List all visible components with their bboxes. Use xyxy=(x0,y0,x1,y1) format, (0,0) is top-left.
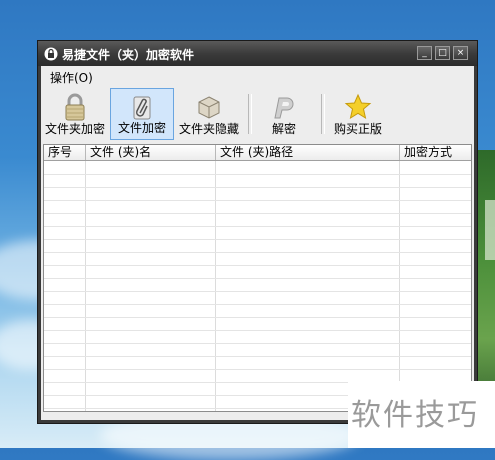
column-header-path[interactable]: 文件 (夹)路径 xyxy=(216,145,400,160)
file-encrypt-button[interactable]: 文件加密 xyxy=(110,88,174,140)
grid-row-line xyxy=(44,213,471,214)
maximize-button[interactable]: □ xyxy=(435,46,450,60)
folder-hide-button[interactable]: 文件夹隐藏 xyxy=(177,88,241,140)
grid-row-line xyxy=(44,278,471,279)
grid-row-line xyxy=(44,226,471,227)
toolbar-separator xyxy=(321,94,325,134)
list-body[interactable] xyxy=(44,161,471,411)
column-header-encryption-method[interactable]: 加密方式 xyxy=(400,145,471,160)
column-header-name[interactable]: 文件 (夹)名 xyxy=(86,145,216,160)
close-button[interactable]: × xyxy=(453,46,468,60)
toolbar: 文件夹加密 文件加密 文件夹隐藏 解密 购买正版 xyxy=(41,88,474,140)
watermark-text: 软件技巧 xyxy=(351,398,479,433)
column-header-index[interactable]: 序号 xyxy=(44,145,86,160)
grid-row-line xyxy=(44,291,471,292)
decrypt-p-icon xyxy=(274,97,294,119)
menu-bar: 操作(O) xyxy=(41,66,474,86)
grid-row-line xyxy=(44,252,471,253)
grid-row-line xyxy=(44,343,471,344)
lock-icon xyxy=(65,93,85,121)
file-list[interactable]: 序号 文件 (夹)名 文件 (夹)路径 加密方式 xyxy=(43,144,472,412)
box-icon xyxy=(198,96,220,119)
grid-column-line xyxy=(399,161,400,411)
grid-row-line xyxy=(44,239,471,240)
grid-row-line xyxy=(44,356,471,357)
buy-license-label: 购买正版 xyxy=(333,122,382,136)
grid-row-line xyxy=(44,187,471,188)
window-client-area: 操作(O) 文件夹加密 文件加密 文件夹隐藏 解密 购买正版 序号 文件 (夹)… xyxy=(41,66,474,420)
folder-encrypt-label: 文件夹加密 xyxy=(44,122,105,136)
grid-row-line xyxy=(44,265,471,266)
grid-column-line xyxy=(215,161,216,411)
toolbar-separator xyxy=(248,94,252,134)
window-title: 易捷文件（夹）加密软件 xyxy=(62,48,195,62)
grid-row-line xyxy=(44,304,471,305)
buy-license-button[interactable]: 购买正版 xyxy=(329,88,387,140)
grid-column-line xyxy=(85,161,86,411)
menu-operation[interactable]: 操作(O) xyxy=(50,69,93,86)
list-header: 序号 文件 (夹)名 文件 (夹)路径 加密方式 xyxy=(44,145,471,161)
decrypt-label: 解密 xyxy=(271,122,296,136)
background-hill-highlight xyxy=(485,200,495,260)
minimize-button[interactable]: _ xyxy=(417,46,432,60)
grid-row-line xyxy=(44,317,471,318)
star-icon xyxy=(344,93,372,120)
file-encrypt-label: 文件加密 xyxy=(117,121,166,135)
decrypt-button[interactable]: 解密 xyxy=(257,88,311,140)
grid-row-line xyxy=(44,330,471,331)
app-window: 易捷文件（夹）加密软件 _ □ × 操作(O) 文件夹加密 文件加密 文件夹隐藏… xyxy=(37,40,478,424)
grid-row-line xyxy=(44,369,471,370)
folder-encrypt-button[interactable]: 文件夹加密 xyxy=(43,88,107,140)
folder-hide-label: 文件夹隐藏 xyxy=(178,122,239,136)
grid-row-line xyxy=(44,174,471,175)
title-bar[interactable]: 易捷文件（夹）加密软件 _ □ × xyxy=(38,41,477,66)
grid-row-line xyxy=(44,200,471,201)
lock-app-icon xyxy=(44,47,58,61)
